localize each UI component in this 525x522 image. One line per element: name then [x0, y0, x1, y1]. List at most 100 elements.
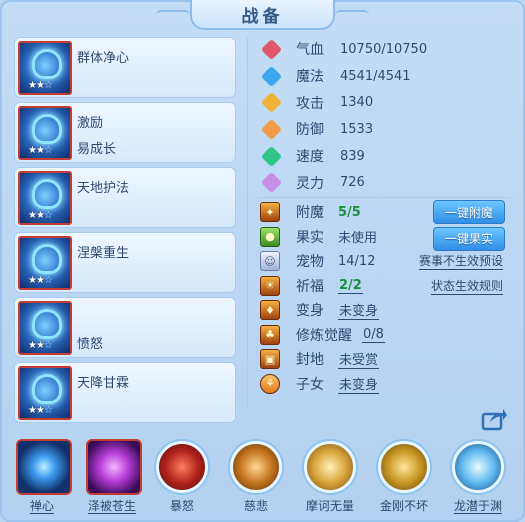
star-rating: ★★☆ — [28, 80, 53, 91]
skill-card[interactable]: ★★☆ 天降甘霖 — [14, 362, 236, 423]
stat-label: 魔法 — [296, 69, 324, 86]
share-icon[interactable] — [480, 405, 508, 433]
skill-icon: ★★☆ — [18, 41, 72, 95]
spirit-gem-icon — [260, 172, 282, 194]
bottom-skill-bar: 禅心 泽被苍生 暴怒 慈悲 摩诃无量 金刚不坏 龙潜于渊 — [8, 437, 520, 519]
stat-label: 气血 — [296, 42, 324, 59]
skill-card[interactable]: ★★☆ 涅槃重生 — [14, 232, 236, 293]
extra-label: 变身 — [296, 303, 324, 320]
skill-icon: ★★☆ — [18, 366, 72, 420]
extra-value[interactable]: 0/8 — [362, 327, 385, 343]
bottom-skill-slot[interactable]: 摩诃无量 — [300, 437, 360, 517]
extra-row-children: ⚘ 子女 未变身 — [260, 372, 515, 397]
bottom-skill-label: 金刚不坏 — [379, 499, 428, 513]
blessing-icon: ☀ — [260, 275, 280, 296]
stat-row-defense: 防御 1533 — [260, 116, 510, 143]
skill-icon: ★★☆ — [18, 106, 72, 160]
extra-label: 附魔 — [296, 205, 324, 222]
skill-sub: 易成长 — [77, 142, 117, 157]
extra-value[interactable]: 未变身 — [338, 300, 380, 321]
section-divider — [258, 197, 510, 198]
stat-row-speed: 速度 839 — [260, 143, 510, 170]
extra-row-fief: ▣ 封地 未受赏 — [260, 347, 515, 372]
extra-value: 未使用 — [338, 231, 378, 247]
bottom-skill-slot[interactable]: 禅心 — [12, 437, 72, 517]
extra-label: 子女 — [296, 376, 324, 393]
pet-icon: ☺ — [260, 251, 280, 272]
cultivation-icon: ♣ — [260, 324, 280, 345]
bottom-skill-slot[interactable]: 暴怒 — [152, 437, 212, 517]
extra-row-cultivation: ♣ 修炼觉醒 0/8 — [260, 323, 515, 348]
extra-row-enchant: ✦ 附魔 5/5 一键附魔 — [260, 200, 515, 225]
stat-value: 10750/10750 — [340, 41, 428, 57]
status-rules-link[interactable]: 状态生效规则 — [430, 277, 503, 295]
star-rating: ★★☆ — [28, 275, 53, 286]
stat-row-mp: 魔法 4541/4541 — [260, 63, 510, 90]
stat-value: 4541/4541 — [340, 68, 411, 84]
stat-row-hp: 气血 10750/10750 — [260, 36, 510, 63]
mana-gem-icon — [260, 65, 282, 87]
defense-gem-icon — [260, 118, 282, 141]
star-rating: ★★☆ — [28, 340, 53, 351]
attack-gem-icon — [260, 92, 282, 114]
bottom-skill-slot[interactable]: 泽被苍生 — [82, 437, 142, 517]
skill-name: 天降甘霖 — [77, 376, 130, 391]
bottom-skill-label: 禅心 — [29, 499, 54, 514]
bottom-skill-slot[interactable]: 龙潜于渊 — [448, 437, 508, 517]
skill-card[interactable]: ★★☆ 天地护法 — [14, 167, 236, 228]
fief-icon: ▣ — [260, 349, 280, 370]
extra-row-transform: ♦ 变身 未变身 — [260, 298, 515, 323]
rage-icon — [156, 441, 208, 493]
stats-panel: 气血 10750/10750 魔法 4541/4541 攻击 1340 防御 1… — [260, 36, 510, 196]
skill-card[interactable]: ★★☆ 群体净心 — [14, 37, 236, 98]
extra-value: 14/12 — [338, 253, 376, 269]
stat-value: 1533 — [340, 121, 374, 137]
stat-value: 726 — [340, 175, 365, 191]
bottom-skill-slot[interactable]: 慈悲 — [226, 437, 286, 517]
divider — [247, 38, 248, 410]
children-icon: ⚘ — [260, 373, 280, 394]
skill-icon: ★★☆ — [18, 301, 72, 355]
skill-list: ★★☆ 群体净心 ★★☆ 激励 易成长 ★★☆ 天地护法 ★★☆ 涅槃重生 ★★… — [14, 37, 236, 427]
dragon-icon — [452, 441, 504, 493]
infinite-icon — [304, 441, 356, 493]
skill-card[interactable]: ★★☆ 愤怒 — [14, 297, 236, 358]
stat-value: 1340 — [340, 95, 374, 111]
extra-value[interactable]: 未受赏 — [338, 349, 380, 370]
enchant-all-button[interactable]: 一键附魔 — [433, 200, 505, 225]
zen-heart-icon — [16, 439, 72, 495]
transform-icon: ♦ — [260, 300, 280, 321]
bottom-skill-label: 龙潜于渊 — [453, 499, 502, 514]
extra-label: 宠物 — [296, 254, 324, 271]
extra-value[interactable]: 2/2 — [338, 278, 363, 294]
skill-sub: 愤怒 — [77, 337, 104, 352]
skill-icon: ★★☆ — [18, 236, 72, 290]
skill-name: 激励 — [77, 116, 104, 131]
bottom-skill-slot[interactable]: 金刚不坏 — [374, 437, 434, 517]
heart-gem-icon — [260, 38, 282, 60]
extra-row-pet: ☺ 宠物 14/12 赛事不生效预设 — [260, 249, 515, 274]
extra-label: 果实 — [296, 229, 324, 246]
stat-row-spirit: 灵力 726 — [260, 169, 510, 196]
star-rating: ★★☆ — [28, 145, 53, 156]
extra-row-fruit: ● 果实 未使用 一键果实 — [260, 225, 515, 251]
stat-row-attack: 攻击 1340 — [260, 89, 510, 116]
extra-row-blessing: ☀ 祈福 2/2 状态生效规则 — [260, 274, 515, 299]
stat-label: 防御 — [296, 122, 324, 139]
bottom-skill-label: 暴怒 — [169, 499, 194, 513]
speed-gem-icon — [260, 145, 282, 167]
stat-label: 攻击 — [296, 95, 324, 112]
extra-label: 祈福 — [296, 278, 324, 295]
skill-card[interactable]: ★★☆ 激励 易成长 — [14, 102, 236, 163]
bottom-skill-label: 泽被苍生 — [87, 499, 136, 514]
skill-name: 群体净心 — [77, 51, 130, 66]
skill-name: 天地护法 — [77, 181, 130, 196]
star-rating: ★★☆ — [28, 405, 53, 416]
fruit-all-button[interactable]: 一键果实 — [433, 226, 505, 251]
title-banner: 战备 — [156, 0, 369, 30]
match-preset-link[interactable]: 赛事不生效预设 — [418, 252, 503, 271]
stat-label: 速度 — [296, 149, 324, 166]
stat-label: 灵力 — [296, 175, 324, 192]
extra-value[interactable]: 未变身 — [338, 374, 380, 394]
extras-panel: ✦ 附魔 5/5 一键附魔 ● 果实 未使用 一键果实 ☺ 宠物 14/12 赛… — [260, 200, 515, 396]
